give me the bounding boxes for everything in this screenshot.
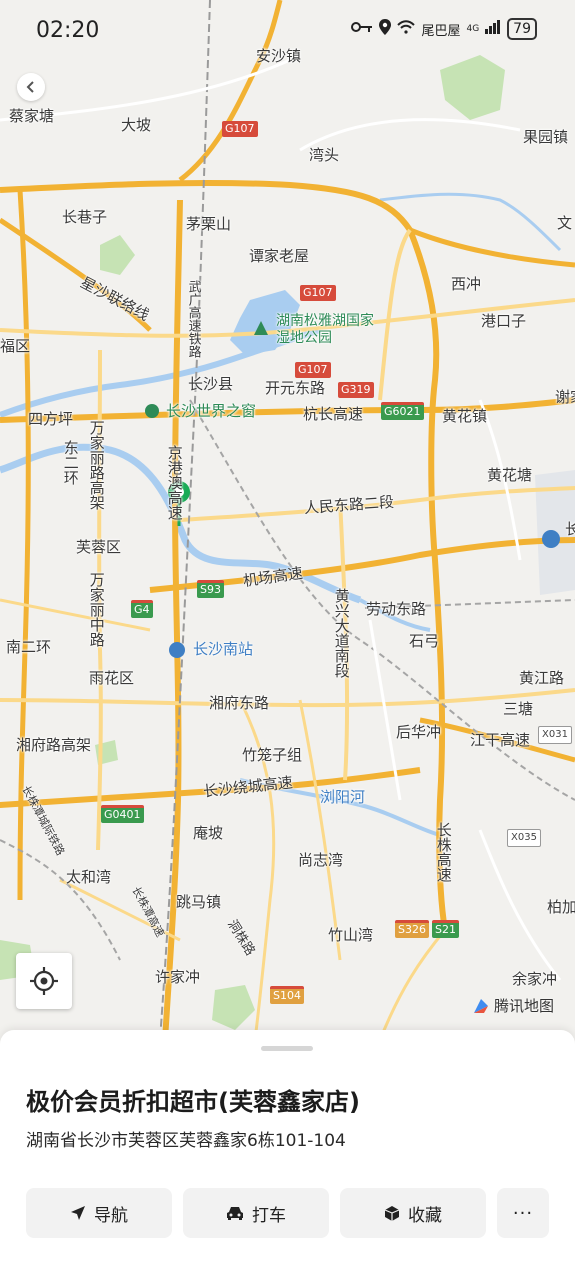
signal-icon — [485, 20, 501, 38]
route-shield: S93 — [197, 580, 224, 598]
more-button[interactable]: ··· — [497, 1188, 549, 1238]
route-shield: G319 — [338, 382, 374, 398]
route-shield: G4 — [131, 600, 153, 618]
place-label: 柏加 — [547, 898, 575, 916]
road-label: 黄兴大道南段 — [332, 588, 351, 678]
taxi-button[interactable]: 打车 — [183, 1188, 329, 1238]
favorite-label: 收藏 — [408, 1205, 442, 1226]
place-label: 黄花镇 — [442, 407, 488, 425]
back-button[interactable] — [17, 73, 45, 101]
route-shield: G107 — [222, 121, 258, 137]
navigate-arrow-icon — [71, 1206, 85, 1220]
navigate-label: 导航 — [94, 1205, 128, 1226]
place-label: 文 — [557, 214, 573, 232]
route-shield: S326 — [395, 920, 429, 938]
road-label: 南二环 — [6, 638, 52, 656]
place-label: 茅栗山 — [186, 215, 232, 233]
map-logo-text: 腾讯地图 — [494, 997, 555, 1015]
route-shield: X031 — [538, 726, 572, 744]
place-label: 四方坪 — [28, 410, 74, 428]
place-label: 港口子 — [481, 312, 527, 330]
action-bar: 导航 打车 收藏 ··· — [26, 1188, 549, 1238]
river-label: 浏阳河 — [320, 788, 366, 806]
road-label: 劳动东路 — [366, 600, 427, 618]
poi-title: 极价会员折扣超市(芙蓉鑫家店) — [26, 1088, 360, 1116]
place-label: 果园镇 — [523, 128, 569, 146]
place-label: 竹山湾 — [328, 926, 374, 944]
poi-detail-sheet: 极价会员折扣超市(芙蓉鑫家店) 湖南省长沙市芙蓉区芙蓉鑫家6栋101-104 导… — [0, 1030, 575, 1280]
place-label: 湾头 — [309, 146, 340, 164]
poi-label: 长沙世界之窗 — [166, 402, 257, 420]
road-label: 杭长高速 — [303, 405, 364, 423]
place-label: 后华冲 — [396, 723, 442, 741]
navigate-button[interactable]: 导航 — [26, 1188, 172, 1238]
road-label: 万家丽路高架 — [87, 420, 106, 510]
drag-handle[interactable] — [261, 1046, 313, 1051]
wifi-icon — [397, 20, 416, 38]
route-shield: G107 — [300, 285, 336, 301]
place-label: 跳马镇 — [176, 893, 222, 911]
road-label: 东二环 — [61, 440, 80, 485]
status-icons: 尾巴屋 4G 79 — [351, 18, 537, 40]
place-label: 黄花塘 — [487, 466, 533, 484]
key-icon — [351, 20, 373, 38]
place-label: 谭家老屋 — [249, 247, 310, 265]
location-icon — [379, 19, 392, 39]
place-label: 三塘 — [503, 700, 534, 718]
place-label: 太和湾 — [66, 868, 112, 886]
place-label: 蔡家塘 — [9, 107, 55, 125]
map-view[interactable]: 02:20 尾巴屋 4G 79 蔡家塘 安沙镇 大坡 果园镇 湾头 长巷子 茅栗… — [0, 0, 575, 1040]
road-label: 湘府东路 — [209, 694, 270, 712]
place-label: 长沙县 — [188, 375, 234, 393]
cube-icon — [384, 1205, 400, 1221]
road-label: 湘府路高架 — [16, 736, 92, 754]
place-label: 雨花区 — [89, 669, 135, 687]
road-label: 长株高速 — [434, 822, 453, 882]
place-label: 长巷子 — [62, 208, 108, 226]
network-label: 4G — [466, 24, 480, 34]
battery-indicator: 79 — [507, 18, 537, 40]
place-label: 竹笼子组 — [242, 746, 303, 764]
place-label: 大坡 — [121, 116, 152, 134]
route-shield: S21 — [432, 920, 459, 938]
park-label: 湖南松雅湖国家湿地公园 — [276, 313, 374, 346]
place-label: 长 — [565, 520, 575, 538]
status-time: 02:20 — [36, 18, 100, 43]
tencent-map-icon — [474, 998, 488, 1013]
map-logo: 腾讯地图 — [472, 995, 554, 1016]
place-label: 芙蓉区 — [76, 538, 122, 556]
road-label: 黄江路 — [519, 669, 565, 687]
place-label: 许家冲 — [155, 968, 201, 986]
place-label: 安沙镇 — [256, 47, 302, 65]
place-label: 尚志湾 — [298, 851, 344, 869]
place-label: 西冲 — [451, 275, 482, 293]
route-shield: S104 — [270, 986, 304, 1004]
more-dots-icon: ··· — [512, 1202, 534, 1224]
place-label: 余家冲 — [512, 970, 558, 988]
route-shield: G0401 — [101, 805, 144, 823]
poi-address: 湖南省长沙市芙蓉区芙蓉鑫家6栋101-104 — [26, 1131, 346, 1151]
road-label: 京港澳高速 — [165, 445, 184, 520]
place-label: 石弓 — [409, 632, 440, 650]
chevron-left-icon — [26, 81, 34, 93]
car-icon — [227, 1207, 243, 1220]
place-label: 福区 — [0, 337, 31, 355]
road-label: 开元东路 — [265, 379, 326, 397]
rail-label: 武广高速铁路 — [185, 280, 201, 358]
place-label: 庵坡 — [193, 824, 224, 842]
road-label: 江干高速 — [470, 731, 531, 749]
station-label: 长沙南站 — [193, 640, 254, 658]
carrier-label: 尾巴屋 — [421, 23, 461, 39]
locate-button[interactable] — [16, 953, 72, 1009]
route-shield: X035 — [507, 829, 541, 847]
favorite-button[interactable]: 收藏 — [340, 1188, 486, 1238]
taxi-label: 打车 — [252, 1205, 286, 1226]
road-label: 万家丽中路 — [87, 572, 106, 647]
place-label: 谢家 — [555, 388, 575, 406]
crosshair-icon — [30, 967, 58, 995]
route-shield: G6021 — [381, 402, 424, 420]
route-shield: G107 — [295, 362, 331, 378]
